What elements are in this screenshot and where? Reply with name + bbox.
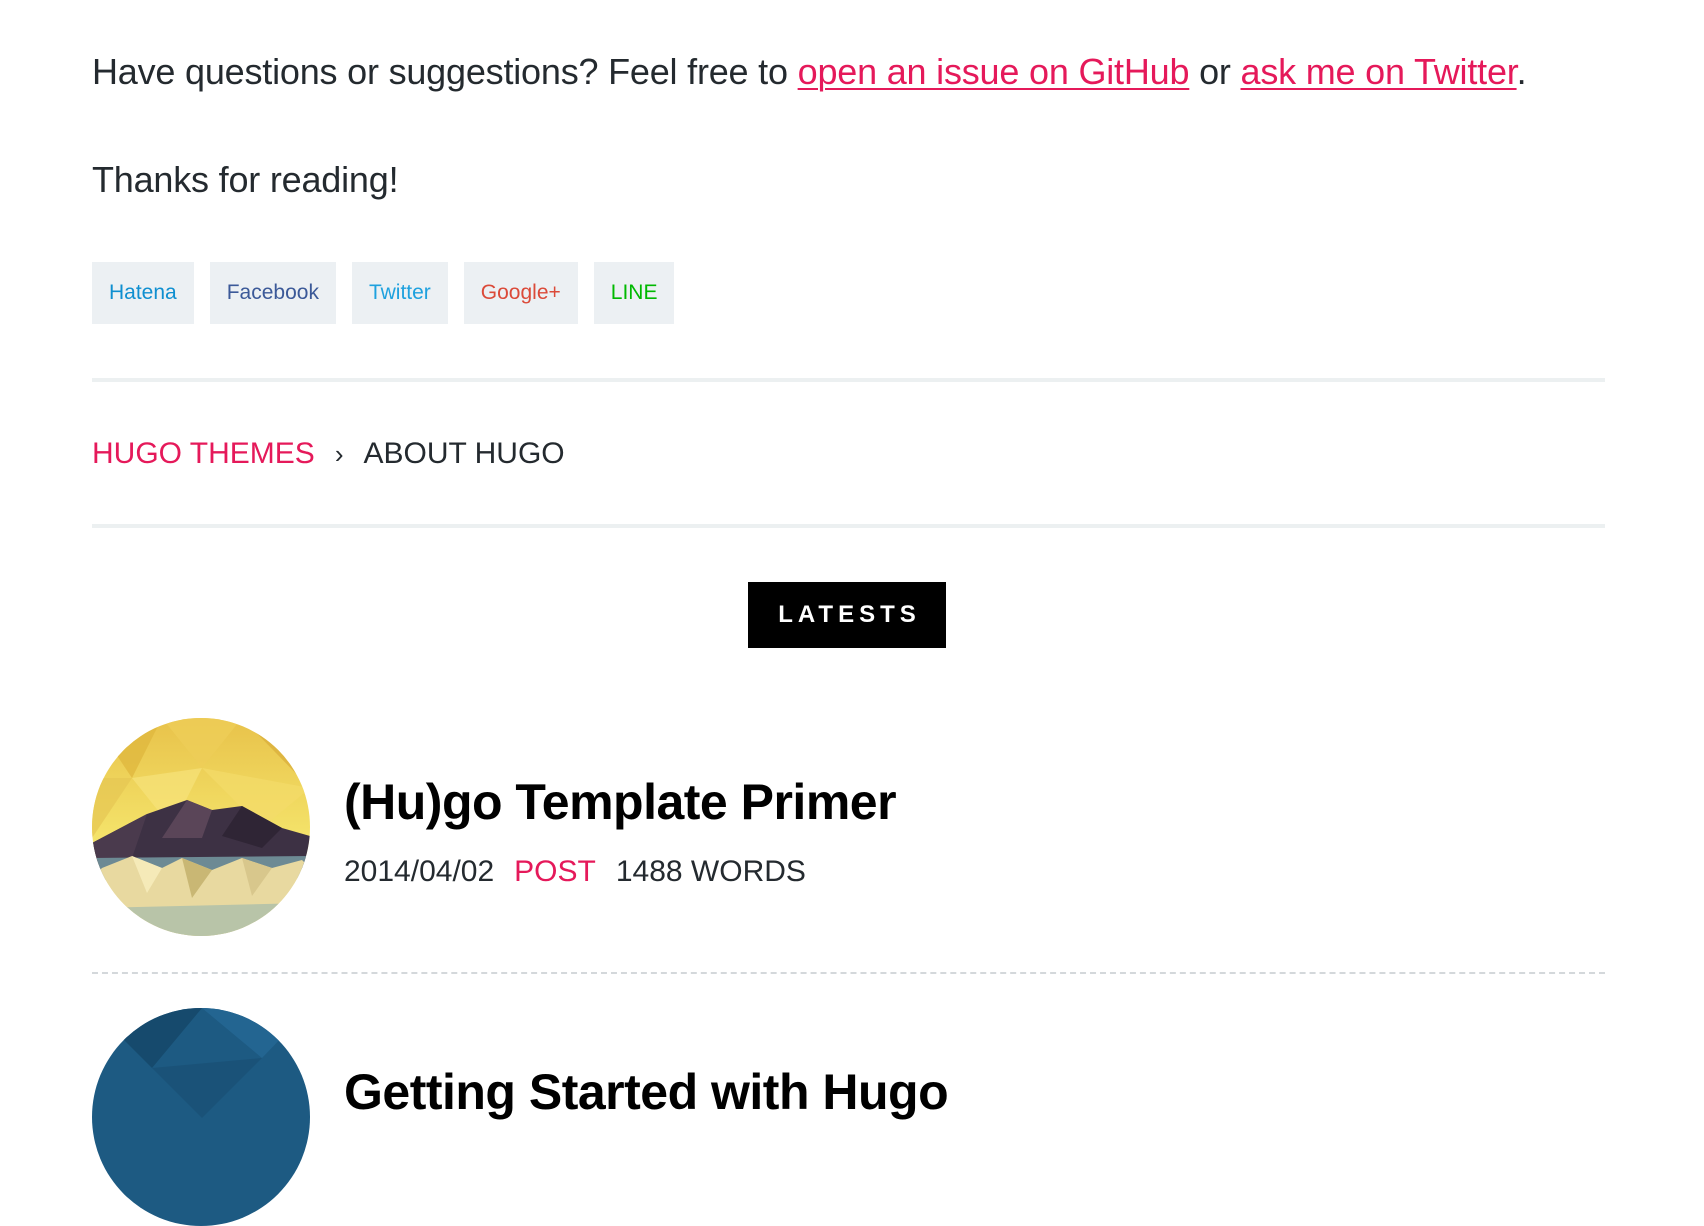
share-line-button[interactable]: LINE <box>593 262 675 324</box>
post-thumbnail-image[interactable] <box>92 718 310 936</box>
share-facebook-label: Facebook <box>226 281 319 304</box>
questions-text-middle: or <box>1189 51 1241 92</box>
share-line-label: LINE <box>610 281 658 304</box>
share-twitter-button[interactable]: Twitter <box>351 262 448 324</box>
questions-text-after: . <box>1516 51 1527 92</box>
post-word-count: 1488 WORDS <box>615 855 806 888</box>
latests-heading: LATESTS <box>748 582 946 648</box>
questions-paragraph: Have questions or suggestions? Feel free… <box>92 50 1527 93</box>
divider-top <box>92 378 1605 382</box>
share-hatena-label: Hatena <box>109 281 177 304</box>
share-googleplus-label: Google+ <box>480 281 561 304</box>
twitter-ask-link[interactable]: ask me on Twitter <box>1241 51 1517 92</box>
share-buttons: Hatena Facebook Twitter Google+ LINE <box>92 262 675 324</box>
post-title[interactable]: (Hu)go Template Primer <box>344 772 897 832</box>
mountain-lowpoly-image <box>92 718 310 936</box>
share-hatena-button[interactable]: Hatena <box>92 262 194 324</box>
thanks-paragraph: Thanks for reading! <box>92 159 399 200</box>
post-category-link[interactable]: POST <box>514 855 596 888</box>
post-thumbnail-image[interactable] <box>92 1008 310 1226</box>
breadcrumb-separator: › <box>334 439 344 469</box>
post-meta: 2014/04/02 POST 1488 WORDS <box>344 852 826 892</box>
share-twitter-label: Twitter <box>368 281 431 304</box>
share-facebook-button[interactable]: Facebook <box>209 262 336 324</box>
breadcrumb-current: ABOUT HUGO <box>363 437 565 470</box>
share-googleplus-button[interactable]: Google+ <box>463 262 578 324</box>
divider-bottom <box>92 524 1605 528</box>
questions-text-before: Have questions or suggestions? Feel free… <box>92 51 798 92</box>
github-issue-link[interactable]: open an issue on GitHub <box>798 51 1190 92</box>
blue-lowpoly-image <box>92 1008 310 1226</box>
post-divider <box>92 972 1605 974</box>
post-date: 2014/04/02 <box>344 855 495 888</box>
breadcrumb: HUGO THEMES › ABOUT HUGO <box>92 434 565 474</box>
breadcrumb-hugo-themes-link[interactable]: HUGO THEMES <box>92 437 315 470</box>
post-title[interactable]: Getting Started with Hugo <box>344 1062 949 1122</box>
